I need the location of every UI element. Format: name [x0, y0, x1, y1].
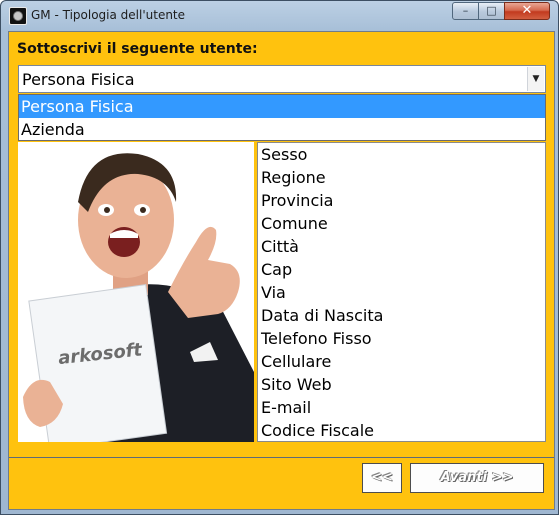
back-button[interactable]: << — [362, 463, 402, 493]
field-item-citta: Città — [261, 237, 299, 256]
field-item-cellulare: Cellulare — [261, 352, 332, 371]
option-azienda[interactable]: Azienda — [19, 118, 545, 141]
field-item-email: E-mail — [261, 398, 312, 417]
field-item-telefono-fisso: Telefono Fisso — [261, 329, 372, 348]
user-type-combobox[interactable]: Persona Fisica ▼ — [18, 65, 546, 93]
app-icon — [9, 7, 27, 25]
dialog-window: GM - Tipologia dell'utente – □ ✕ Sottosc… — [0, 0, 559, 515]
field-item-data-di-nascita: Data di Nascita — [261, 306, 384, 325]
close-button[interactable]: ✕ — [504, 2, 550, 20]
maximize-button[interactable]: □ — [478, 2, 505, 20]
chevron-down-icon[interactable]: ▼ — [527, 67, 544, 91]
footer-separator — [9, 457, 554, 458]
next-button[interactable]: Avanti >> — [410, 463, 544, 493]
businessman-image: arkosoft — [18, 142, 254, 442]
field-item-via: Via — [261, 283, 286, 302]
window-title: GM - Tipologia dell'utente — [31, 8, 186, 22]
field-item-codice-fiscale: Codice Fiscale — [261, 421, 374, 440]
field-item-comune: Comune — [261, 214, 328, 233]
combo-value: Persona Fisica — [22, 70, 135, 89]
field-item-sito-web: Sito Web — [261, 375, 332, 394]
field-item-cap: Cap — [261, 260, 293, 279]
client-area: Sottoscrivi il seguente utente: Persona … — [8, 31, 555, 510]
field-item-sesso: Sesso — [261, 145, 308, 164]
field-item-provincia: Provincia — [261, 191, 334, 210]
field-list: Sesso Regione Provincia Comune Città Cap… — [257, 142, 546, 442]
promo-photo: arkosoft — [18, 142, 254, 442]
minimize-button[interactable]: – — [452, 2, 479, 20]
field-item-regione: Regione — [261, 168, 326, 187]
title-bar[interactable]: GM - Tipologia dell'utente – □ ✕ — [1, 1, 558, 29]
subscribe-label: Sottoscrivi il seguente utente: — [17, 41, 258, 57]
user-type-dropdown: Persona Fisica Azienda — [18, 94, 546, 141]
option-persona-fisica[interactable]: Persona Fisica — [19, 95, 545, 118]
